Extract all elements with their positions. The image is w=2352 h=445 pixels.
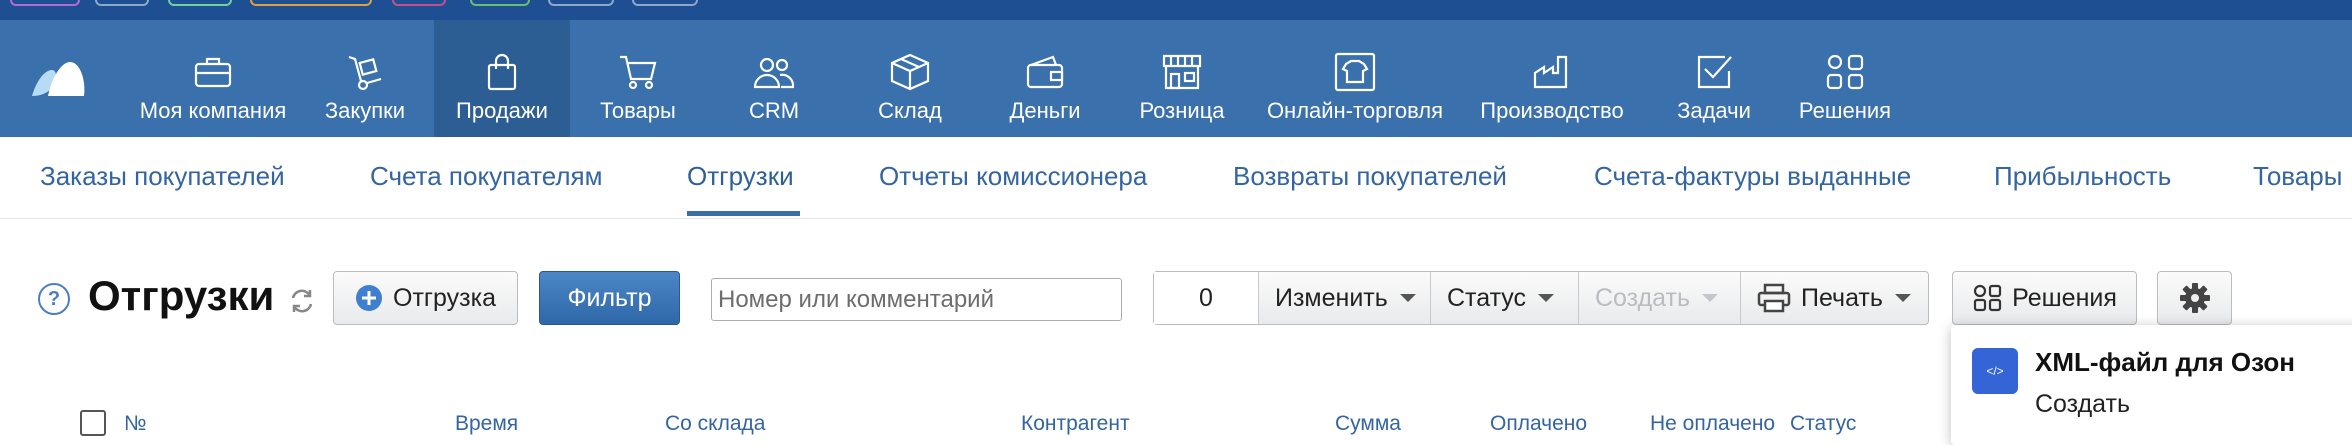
top-tab-chip[interactable] [95,0,149,6]
top-tab-chip[interactable] [548,0,614,6]
column-header-warehouse[interactable]: Со склада [665,412,765,436]
tab-goods[interactable]: Товары [2253,161,2342,192]
nav-item-money[interactable]: Деньги [990,20,1100,137]
gear-icon [2179,283,2210,313]
create-xml-link[interactable]: Создать [2035,390,2130,419]
main-navigation: Моя компания Закупки Продажи Товары CRM … [0,20,2352,137]
nav-item-purchases[interactable]: Закупки [310,20,420,137]
solutions-label: Решения [2012,283,2117,312]
top-tab-chip[interactable] [470,0,530,6]
cart-icon [616,52,660,92]
tab-customer-returns[interactable]: Возвраты покупателей [1233,161,1507,192]
window-top-strip [0,0,2352,20]
nav-item-label: Розница [1139,98,1225,123]
nav-item-label: Производство [1480,98,1624,123]
top-tab-chip[interactable] [10,0,80,6]
nav-item-sales[interactable]: Продажи [434,20,570,137]
printer-icon [1757,283,1791,313]
nav-item-label: Решения [1798,98,1892,123]
filter-button[interactable]: Фильтр [539,271,680,325]
app-logo-icon[interactable] [30,60,86,98]
storefront-icon [1160,52,1204,92]
people-icon [752,52,796,92]
change-label: Изменить [1275,283,1388,312]
solutions-popup: </> XML-файл для Озон Создать [1951,325,2352,445]
create-dropdown[interactable]: Создать [1578,272,1742,324]
top-tab-chip[interactable] [168,0,232,6]
nav-item-tasks[interactable]: Задачи [1664,20,1764,137]
nav-item-company[interactable]: Моя компания [128,20,298,137]
create-label: Создать [1595,283,1691,312]
task-check-icon [1692,52,1736,92]
nav-item-label: CRM [748,98,800,123]
chevron-down-icon [1538,294,1555,302]
help-icon[interactable]: ? [38,283,70,315]
box-icon [888,52,932,92]
top-tab-chip[interactable] [392,0,446,6]
xml-file-icon: </> [1972,348,2018,394]
column-header-status[interactable]: Статус [1790,412,1856,436]
nav-item-label: Моя компания [139,98,287,123]
chevron-down-icon [1702,294,1719,302]
nav-item-label: Продажи [456,98,548,123]
tab-customer-invoices[interactable]: Счета покупателям [370,161,602,192]
column-header-counterparty[interactable]: Контрагент [1021,412,1130,436]
settings-button[interactable] [2157,271,2232,325]
top-tab-chip[interactable] [632,0,698,6]
add-shipment-label: Отгрузка [393,283,496,312]
briefcase-icon [191,52,235,92]
tab-profitability[interactable]: Прибыльность [1994,161,2171,192]
hand-truck-icon [343,52,387,92]
wallet-icon [1023,52,1067,92]
nav-item-goods[interactable]: Товары [580,20,696,137]
nav-item-warehouse[interactable]: Склад [860,20,960,137]
tab-customer-orders[interactable]: Заказы покупателей [40,161,285,192]
column-header-number[interactable]: № [124,412,147,436]
status-dropdown[interactable]: Статус [1430,272,1578,324]
nav-item-label: Закупки [324,98,406,123]
online-shirt-icon [1333,52,1377,92]
selected-count: 0 [1154,272,1259,324]
print-dropdown[interactable]: Печать [1740,272,1928,324]
select-all-checkbox[interactable] [80,410,106,436]
print-label: Печать [1801,283,1883,312]
column-header-amount[interactable]: Сумма [1335,412,1401,436]
tab-commission-reports[interactable]: Отчеты комиссионера [879,161,1147,192]
top-tab-chip[interactable] [250,0,372,6]
nav-item-label: Задачи [1677,98,1751,123]
page-title: Отгрузки [88,272,275,319]
plus-circle-icon [356,285,382,311]
apps-grid-icon [1974,284,2002,312]
chevron-down-icon [1399,294,1416,302]
column-header-time[interactable]: Время [455,412,518,436]
apps-grid-icon [1823,52,1867,92]
search-input[interactable] [711,278,1122,321]
change-dropdown[interactable]: Изменить [1259,272,1431,324]
nav-item-label: Онлайн-торговля [1266,98,1444,123]
nav-item-label: Склад [878,98,942,123]
chevron-down-icon [1894,294,1911,302]
nav-item-solutions[interactable]: Решения [1790,20,1900,137]
tab-issued-invoices[interactable]: Счета-фактуры выданные [1594,161,1911,192]
add-shipment-button[interactable]: Отгрузка [333,271,518,325]
column-header-paid[interactable]: Оплачено [1490,412,1587,436]
popup-title: XML-файл для Озон [2035,347,2295,377]
shopping-bag-icon [480,52,524,92]
nav-item-online-trade[interactable]: Онлайн-торговля [1262,20,1448,137]
status-label: Статус [1447,283,1527,312]
factory-icon [1530,52,1574,92]
active-tab-indicator [687,211,800,216]
solutions-button[interactable]: Решения [1952,271,2137,325]
bulk-actions-group: 0 Изменить Статус Создать Печать [1153,271,1929,325]
sub-navigation: Заказы покупателей Счета покупателям Отг… [0,137,2352,219]
tab-shipments[interactable]: Отгрузки [687,161,794,192]
nav-item-production[interactable]: Производство [1474,20,1630,137]
refresh-icon[interactable] [288,287,316,315]
column-header-unpaid[interactable]: Не оплачено [1650,412,1775,436]
nav-item-crm[interactable]: CRM [722,20,826,137]
nav-item-label: Деньги [1009,98,1081,123]
nav-item-retail[interactable]: Розница [1124,20,1240,137]
nav-item-label: Товары [600,98,676,123]
